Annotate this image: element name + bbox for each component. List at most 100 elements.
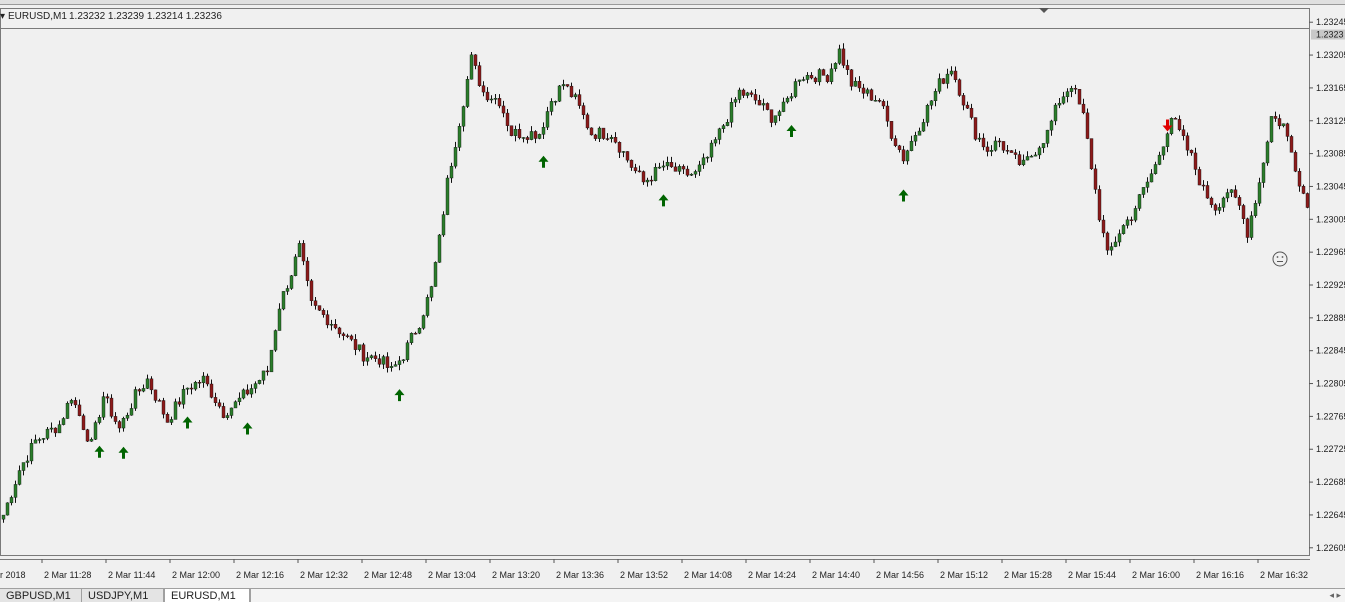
candle-body bbox=[653, 167, 658, 181]
candle-body bbox=[805, 75, 810, 80]
tab-gbpusd[interactable]: GBPUSD,M1 bbox=[0, 589, 82, 602]
candle-body bbox=[641, 171, 646, 183]
candle-body bbox=[1001, 141, 1006, 151]
candle-body bbox=[245, 389, 250, 395]
candle bbox=[293, 254, 298, 277]
candle-body bbox=[673, 166, 678, 172]
candle-body bbox=[737, 89, 742, 100]
candle-body bbox=[1285, 123, 1290, 137]
candle-body bbox=[105, 396, 110, 399]
candle-body bbox=[73, 400, 78, 406]
candle bbox=[477, 61, 482, 87]
tab-usdjpy[interactable]: USDJPY,M1 bbox=[82, 589, 164, 602]
candle-body bbox=[293, 256, 298, 276]
candle-body bbox=[157, 400, 162, 402]
candle-body bbox=[733, 99, 738, 103]
candle-body bbox=[817, 69, 822, 83]
x-tick-label: 2 Mar 13:20 bbox=[492, 570, 540, 580]
candle-body bbox=[957, 79, 962, 96]
candle-body bbox=[685, 168, 690, 176]
candle-body bbox=[209, 383, 214, 398]
x-tick-label: 2 Mar 12:00 bbox=[172, 570, 220, 580]
candle-body bbox=[633, 167, 638, 172]
candle-body bbox=[745, 92, 750, 96]
candle-body bbox=[865, 89, 870, 94]
tab-eurusd[interactable]: EURUSD,M1 bbox=[164, 589, 250, 602]
top-window-edge bbox=[0, 0, 1345, 5]
candle-body bbox=[1101, 219, 1106, 234]
candle-body bbox=[97, 417, 102, 423]
candle-body bbox=[305, 260, 310, 281]
candle-body bbox=[61, 418, 66, 425]
price-chart[interactable]: ▾ EURUSD,M1 1.23232 1.23239 1.23214 1.23… bbox=[0, 0, 1345, 588]
y-tick-label: 1.23245 bbox=[1316, 17, 1345, 27]
candle bbox=[537, 133, 542, 140]
candle-body bbox=[797, 79, 802, 82]
candle-body bbox=[237, 397, 242, 402]
candle-body bbox=[753, 94, 758, 101]
x-tick-label: 2 Mar 12:32 bbox=[300, 570, 348, 580]
candle-body bbox=[581, 105, 586, 116]
y-tick-label: 1.23005 bbox=[1316, 214, 1345, 224]
candle bbox=[1077, 89, 1082, 105]
candle-body bbox=[41, 438, 46, 440]
candle-body bbox=[333, 324, 338, 329]
candle-body bbox=[545, 111, 550, 128]
candle-body bbox=[149, 378, 154, 391]
candle-body bbox=[493, 98, 498, 100]
candle-body bbox=[1301, 185, 1306, 194]
y-tick-label: 1.22925 bbox=[1316, 280, 1345, 290]
candle-body bbox=[317, 305, 322, 311]
candle-body bbox=[977, 137, 982, 140]
candle-body bbox=[1009, 150, 1014, 153]
candle-body bbox=[233, 401, 238, 409]
candle bbox=[445, 175, 450, 216]
candle-body bbox=[1141, 187, 1146, 195]
candle-body bbox=[401, 359, 406, 361]
candle bbox=[269, 349, 274, 373]
candle-body bbox=[629, 159, 634, 168]
candle-body bbox=[557, 85, 562, 102]
candle-body bbox=[757, 99, 762, 106]
candle-body bbox=[5, 502, 10, 516]
x-tick-label: 2 Mar 16:16 bbox=[1196, 570, 1244, 580]
candle-body bbox=[45, 428, 50, 439]
x-tick-label: 2 Mar 16:00 bbox=[1132, 570, 1180, 580]
candle-body bbox=[393, 364, 398, 367]
candle bbox=[1009, 150, 1014, 153]
candle bbox=[765, 102, 770, 111]
candle-body bbox=[1165, 133, 1170, 147]
candle-body bbox=[789, 96, 794, 99]
tab-scroll-arrows-icon[interactable]: ◂ ▸ bbox=[1329, 589, 1341, 602]
candle-body bbox=[1125, 219, 1130, 226]
candle-body bbox=[389, 366, 394, 368]
candle-body bbox=[1197, 169, 1202, 186]
candle-body bbox=[517, 129, 522, 139]
candle-body bbox=[189, 387, 194, 390]
candle-body bbox=[77, 404, 82, 416]
candle-body bbox=[109, 397, 114, 417]
y-tick-label: 1.23045 bbox=[1316, 181, 1345, 191]
candle bbox=[417, 327, 422, 335]
candle-body bbox=[1021, 159, 1026, 165]
candle-body bbox=[205, 375, 210, 385]
header-collapse-icon[interactable]: ▾ bbox=[0, 11, 5, 22]
candle-body bbox=[89, 439, 94, 442]
candle bbox=[1097, 185, 1102, 223]
candle-body bbox=[273, 330, 278, 351]
candle-body bbox=[17, 470, 22, 485]
candle-body bbox=[669, 162, 674, 168]
candle-body bbox=[701, 157, 706, 166]
candle-body bbox=[681, 166, 686, 170]
candle-body bbox=[965, 104, 970, 109]
x-tick-label: 2 Mar 14:08 bbox=[684, 570, 732, 580]
candle-body bbox=[165, 414, 170, 423]
candle-body bbox=[813, 77, 818, 83]
candle bbox=[289, 275, 294, 290]
x-tick-label: 2 Mar 14:56 bbox=[876, 570, 924, 580]
candle-body bbox=[505, 112, 510, 126]
candle bbox=[1137, 194, 1142, 211]
candle bbox=[957, 78, 962, 97]
candle-body bbox=[1025, 156, 1030, 161]
y-tick-label: 1.22685 bbox=[1316, 477, 1345, 487]
